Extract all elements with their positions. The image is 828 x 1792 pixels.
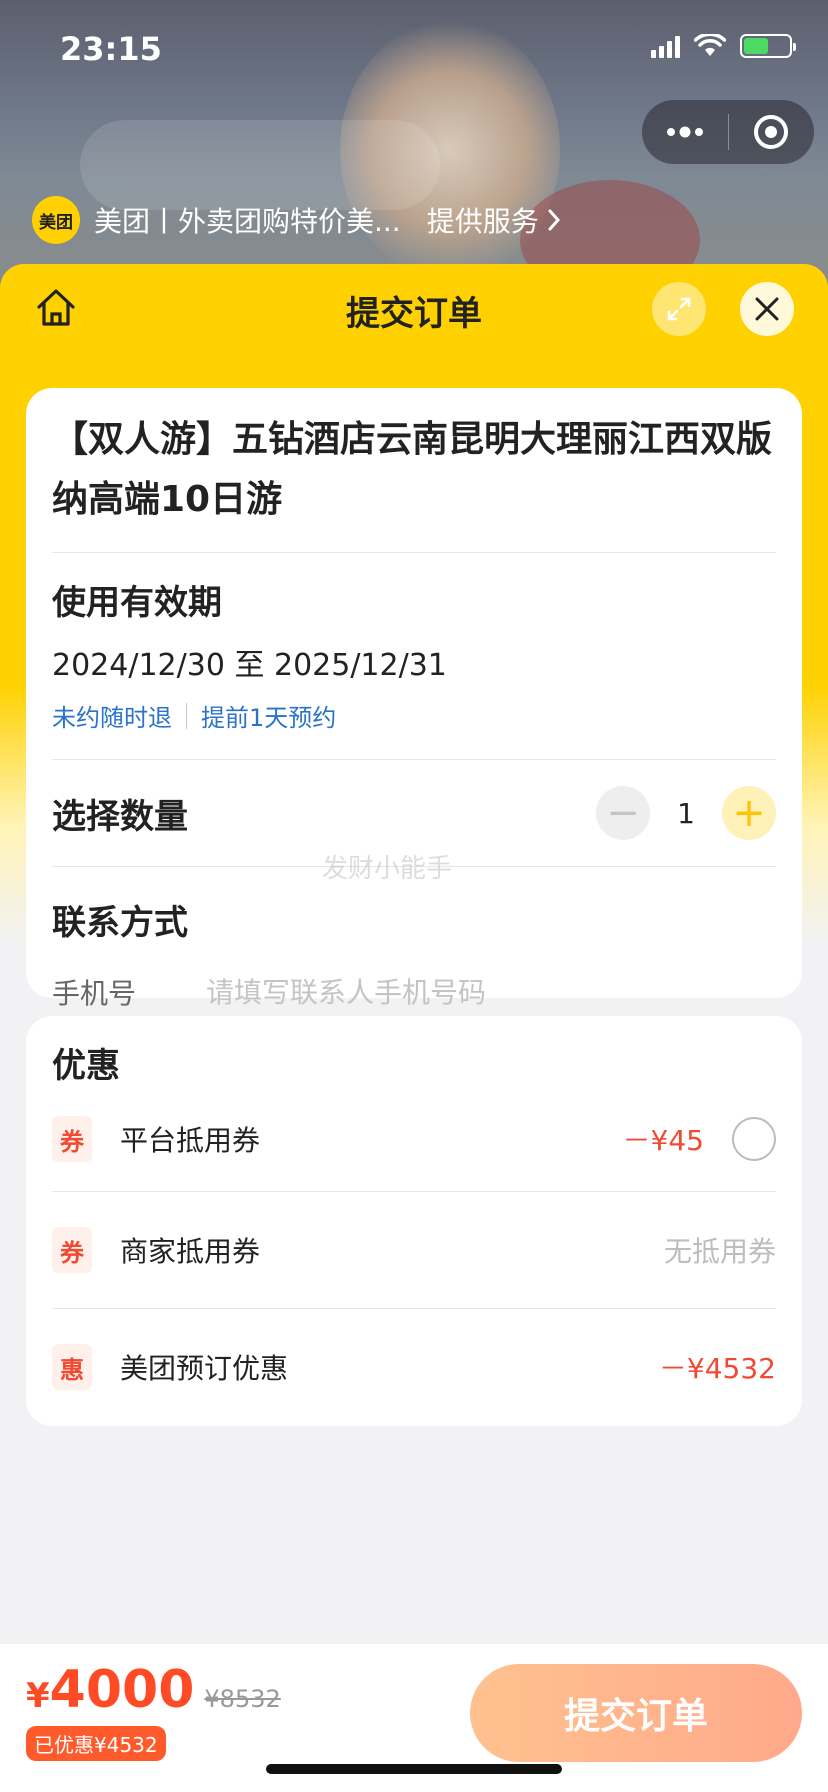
tag-separator	[186, 702, 187, 729]
mini-program-capsule	[642, 100, 814, 164]
quantity-stepper: − 1 +	[596, 786, 776, 840]
promotions-heading: 优惠	[52, 1046, 120, 1086]
discount-badge: 惠	[52, 1344, 92, 1390]
promo-label: 商家抵用券	[120, 1235, 261, 1268]
promo-value: －¥4532	[658, 1352, 776, 1385]
promo-label: 美团预订优惠	[120, 1352, 289, 1385]
original-price: ¥8532	[204, 1685, 281, 1713]
submit-order-button[interactable]: 提交订单	[470, 1664, 802, 1762]
contact-section: 联系方式 手机号	[52, 867, 776, 1012]
promo-row-merchant-coupon[interactable]: 券 商家抵用券 无抵用券	[52, 1192, 776, 1308]
battery-icon	[740, 34, 796, 58]
promo-value: 无抵用券	[663, 1235, 776, 1268]
final-price: ¥ 4000 ¥8532	[26, 1660, 281, 1720]
mini-program-bar[interactable]: 美团 美团丨外卖团购特价美... 提供服务	[32, 196, 561, 244]
close-button[interactable]	[740, 282, 794, 336]
order-sheet: 提交订单 【双人游】五钻酒店云南昆明大理丽江西双版纳高端10日游 使用有效期 2…	[0, 264, 828, 1792]
meituan-logo: 美团	[32, 196, 80, 244]
watermark: 发财小能手	[322, 854, 453, 884]
capsule-close-button[interactable]	[729, 115, 815, 149]
target-icon	[754, 115, 789, 149]
status-bar: 23:15	[0, 0, 828, 100]
promo-label: 平台抵用券	[120, 1124, 261, 1157]
promo-value: －¥45	[622, 1124, 704, 1157]
saved-badge: 已优惠¥4532	[26, 1726, 166, 1761]
coupon-badge: 券	[52, 1227, 92, 1273]
price-summary: ¥ 4000 ¥8532 已优惠¥4532	[26, 1660, 281, 1761]
status-time: 23:15	[60, 30, 162, 68]
expand-icon	[667, 297, 691, 321]
product-title: 【双人游】五钻酒店云南昆明大理丽江西双版纳高端10日游	[52, 419, 773, 520]
provide-service-link[interactable]: 提供服务	[427, 200, 561, 240]
refund-tag: 未约随时退	[52, 704, 172, 732]
decrement-button[interactable]: −	[596, 786, 650, 840]
sheet-nav: 提交订单	[0, 264, 828, 354]
validity-tags: 未约随时退 提前1天预约	[52, 698, 776, 733]
quantity-heading: 选择数量	[52, 796, 188, 837]
increment-button[interactable]: +	[722, 786, 776, 840]
chevron-right-icon	[548, 209, 560, 231]
currency-symbol: ¥	[26, 1676, 50, 1716]
expand-button[interactable]	[652, 282, 706, 336]
cellular-signal-icon	[651, 34, 680, 58]
validity-section: 使用有效期 2024/12/30 至 2025/12/31 未约随时退 提前1天…	[52, 553, 776, 733]
validity-date-range: 2024/12/30 至 2025/12/31	[52, 648, 447, 683]
booking-tag: 提前1天预约	[201, 704, 337, 732]
quantity-value: 1	[677, 796, 695, 830]
price-value: 4000	[49, 1660, 195, 1720]
phone-label: 手机号	[52, 977, 137, 1010]
mini-program-title: 美团丨外卖团购特价美...	[94, 205, 401, 238]
close-icon	[755, 297, 779, 321]
promo-row-booking-discount: 惠 美团预订优惠 －¥4532	[52, 1309, 776, 1425]
promo-row-platform-coupon[interactable]: 券 平台抵用券 －¥45	[52, 1087, 776, 1191]
provide-service-label: 提供服务	[426, 205, 539, 238]
coupon-badge: 券	[52, 1116, 92, 1162]
promotions-card: 优惠 券 平台抵用券 －¥45 券 商家抵用券 无抵用券 惠 美团预订优惠 －¥…	[26, 1016, 802, 1426]
status-icons	[651, 34, 796, 58]
coupon-radio[interactable]	[732, 1117, 776, 1161]
order-info-card: 【双人游】五钻酒店云南昆明大理丽江西双版纳高端10日游 使用有效期 2024/1…	[26, 388, 802, 1012]
wifi-icon	[694, 34, 726, 56]
phone-input[interactable]	[206, 972, 726, 1012]
phone-row: 手机号	[52, 972, 776, 1012]
home-indicator	[266, 1764, 562, 1774]
contact-heading: 联系方式	[52, 903, 188, 943]
validity-heading: 使用有效期	[52, 583, 222, 623]
more-dots-icon[interactable]	[642, 126, 728, 138]
